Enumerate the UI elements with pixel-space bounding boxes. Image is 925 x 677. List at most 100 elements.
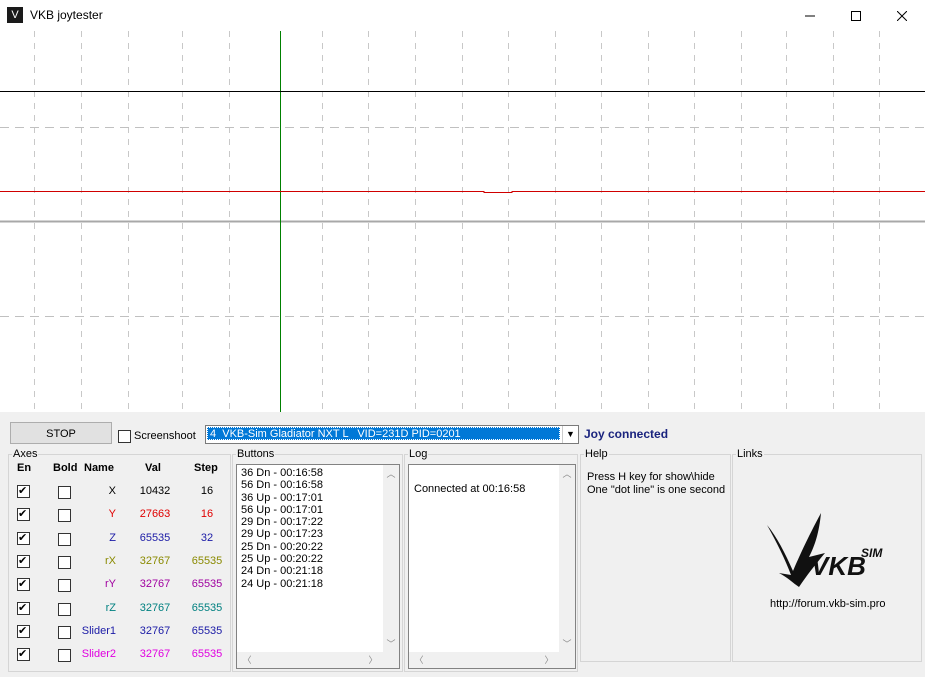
device-select[interactable]: 4 VKB-Sim Gladiator NXT L VID=231D PID=0… — [205, 425, 579, 444]
button-event: 56 Dn - 00:16:58 — [241, 479, 323, 492]
axis-enable-checkbox[interactable] — [17, 647, 30, 662]
axis-step: 16 — [200, 485, 214, 497]
button-event: 56 Up - 00:17:01 — [241, 503, 323, 516]
scroll-right-icon[interactable]: 〉 — [541, 653, 557, 666]
forum-link[interactable]: http://forum.vkb-sim.pro — [770, 598, 886, 610]
log-box[interactable]: Connected at 00:16:58 ︿ ﹀ 〈 〉 — [408, 464, 576, 669]
button-event: 36 Dn - 00:16:58 — [241, 467, 323, 479]
axes-plot — [0, 31, 925, 412]
axis-bold-checkbox[interactable] — [58, 486, 71, 499]
buttons-group-title: Buttons — [236, 448, 276, 460]
axis-value: 32767 — [139, 624, 171, 637]
axis-enable-checkbox[interactable] — [17, 554, 30, 568]
plot-canvas — [0, 31, 925, 412]
close-icon — [896, 10, 908, 22]
log-vscroll[interactable]: ︿ ﹀ — [559, 465, 575, 668]
axis-enable-checkbox[interactable] — [17, 531, 30, 545]
buttons-list[interactable]: 36 Dn - 00:16:58 56 Dn - 00:16:58 36 Up - … — [236, 464, 400, 669]
axis-name: rY — [105, 578, 116, 591]
axis-bold-checkbox[interactable] — [58, 555, 71, 569]
axis-step: 65535 — [191, 648, 223, 661]
axis-row: Slider2 32767 65535 — [9, 645, 230, 665]
axis-enable-checkbox[interactable] — [17, 507, 30, 522]
vkb-sim-logo[interactable]: VKB SIM — [763, 513, 898, 593]
scroll-right-icon[interactable]: 〉 — [365, 653, 381, 666]
axis-bold-checkbox[interactable] — [58, 602, 71, 616]
log-text: Connected at 00:16:58 — [414, 483, 526, 495]
axis-step: 16 — [200, 508, 214, 521]
axis-name: Y — [108, 508, 116, 521]
scroll-up-icon[interactable]: ︿ — [383, 467, 399, 480]
axis-value: 32767 — [139, 648, 171, 661]
links-group: Links VKB SIM http://forum.vkb-sim.pro — [732, 448, 922, 662]
maximize-button[interactable] — [833, 0, 879, 31]
button-event: 36 Up - 00:17:01 — [241, 491, 323, 504]
screenshoot-label: Screenshoot — [134, 430, 196, 442]
axis-bold-checkbox[interactable] — [58, 579, 71, 593]
axis-step: 65535 — [191, 601, 223, 614]
axis-name: rX — [105, 554, 116, 567]
axis-enable-checkbox[interactable] — [17, 624, 30, 638]
axis-enable-checkbox[interactable] — [17, 577, 30, 592]
axis-bold-checkbox[interactable] — [58, 532, 71, 546]
buttons-list-items: 36 Dn - 00:16:58 56 Dn - 00:16:58 36 Up - … — [237, 465, 399, 590]
minimize-button[interactable] — [787, 0, 833, 31]
axes-group-title: Axes — [12, 448, 39, 460]
button-event: 25 Up - 00:20:22 — [241, 553, 323, 566]
axes-group: Axes En Bold Name Val Step X 10432 16 Y 2766… — [8, 448, 231, 672]
axis-row: X 10432 16 — [9, 482, 230, 502]
button-event: 24 Dn - 00:21:18 — [241, 565, 323, 578]
help-group-title: Help — [584, 448, 609, 460]
close-button[interactable] — [879, 0, 925, 31]
axis-bold-checkbox[interactable] — [58, 509, 71, 523]
log-group-title: Log — [408, 448, 429, 460]
help-line-1: Press H key for show\hide — [587, 471, 715, 483]
buttons-vscroll[interactable]: ︿ ﹀ — [383, 465, 399, 668]
chevron-down-icon[interactable]: ▼ — [562, 426, 578, 443]
help-group: Help Press H key for show\hide One "dot … — [580, 448, 731, 662]
axis-value: 32767 — [139, 601, 171, 614]
connection-status: Joy connected — [584, 427, 669, 441]
axis-row: rY 32767 65535 — [9, 575, 230, 595]
button-event: 24 Up - 00:21:18 — [241, 577, 323, 590]
axis-name: X — [108, 485, 116, 497]
axis-value: 32767 — [139, 578, 171, 591]
logo-suffix: SIM — [861, 546, 883, 560]
axis-name: rZ — [105, 601, 116, 614]
minimize-icon — [805, 15, 815, 17]
button-event: 29 Dn - 00:17:22 — [241, 516, 323, 529]
axes-header-step: Step — [194, 462, 218, 474]
axis-step: 65535 — [191, 578, 223, 591]
axis-value: 10432 — [139, 485, 171, 497]
scroll-left-icon[interactable]: 〈 — [239, 653, 255, 666]
axis-row: Y 27663 16 — [9, 505, 230, 525]
axis-enable-checkbox[interactable] — [17, 601, 30, 615]
button-event: 25 Dn - 00:20:22 — [241, 540, 323, 553]
button-event: 29 Up - 00:17:23 — [241, 528, 323, 541]
axis-value: 32767 — [139, 554, 171, 567]
axis-step: 65535 — [191, 624, 223, 637]
buttons-hscroll[interactable]: 〈 〉 — [237, 652, 399, 668]
axis-enable-checkbox[interactable] — [17, 484, 30, 498]
axes-header-name: Name — [84, 462, 114, 474]
axis-value: 27663 — [139, 508, 171, 521]
axis-bold-checkbox[interactable] — [58, 625, 71, 639]
scroll-down-icon[interactable]: ﹀ — [383, 637, 399, 650]
axis-bold-checkbox[interactable] — [58, 649, 71, 663]
scroll-left-icon[interactable]: 〈 — [411, 653, 427, 666]
log-hscroll[interactable]: 〈 〉 — [409, 652, 575, 668]
device-select-value: 4 VKB-Sim Gladiator NXT L VID=231D PID=0… — [207, 427, 560, 440]
control-panel: STOP Screenshoot 4 VKB-Sim Gladiator NXT… — [0, 414, 925, 677]
stop-button[interactable]: STOP — [10, 422, 112, 444]
window-title: VKB joytester — [30, 8, 103, 22]
buttons-group: Buttons 36 Dn - 00:16:58 56 Dn - 00:16:58… — [232, 448, 403, 672]
scroll-up-icon[interactable]: ︿ — [559, 467, 575, 480]
screenshoot-checkbox[interactable] — [118, 430, 131, 443]
axis-name: Slider1 — [81, 624, 116, 637]
axis-row: rX 32767 65535 — [9, 552, 230, 572]
log-group: Log Connected at 00:16:58 ︿ ﹀ 〈 〉 — [404, 448, 578, 672]
axis-row: Slider1 32767 65535 — [9, 622, 230, 642]
scroll-down-icon[interactable]: ﹀ — [559, 637, 575, 650]
links-group-title: Links — [736, 448, 764, 460]
axis-name: Z — [109, 531, 116, 544]
